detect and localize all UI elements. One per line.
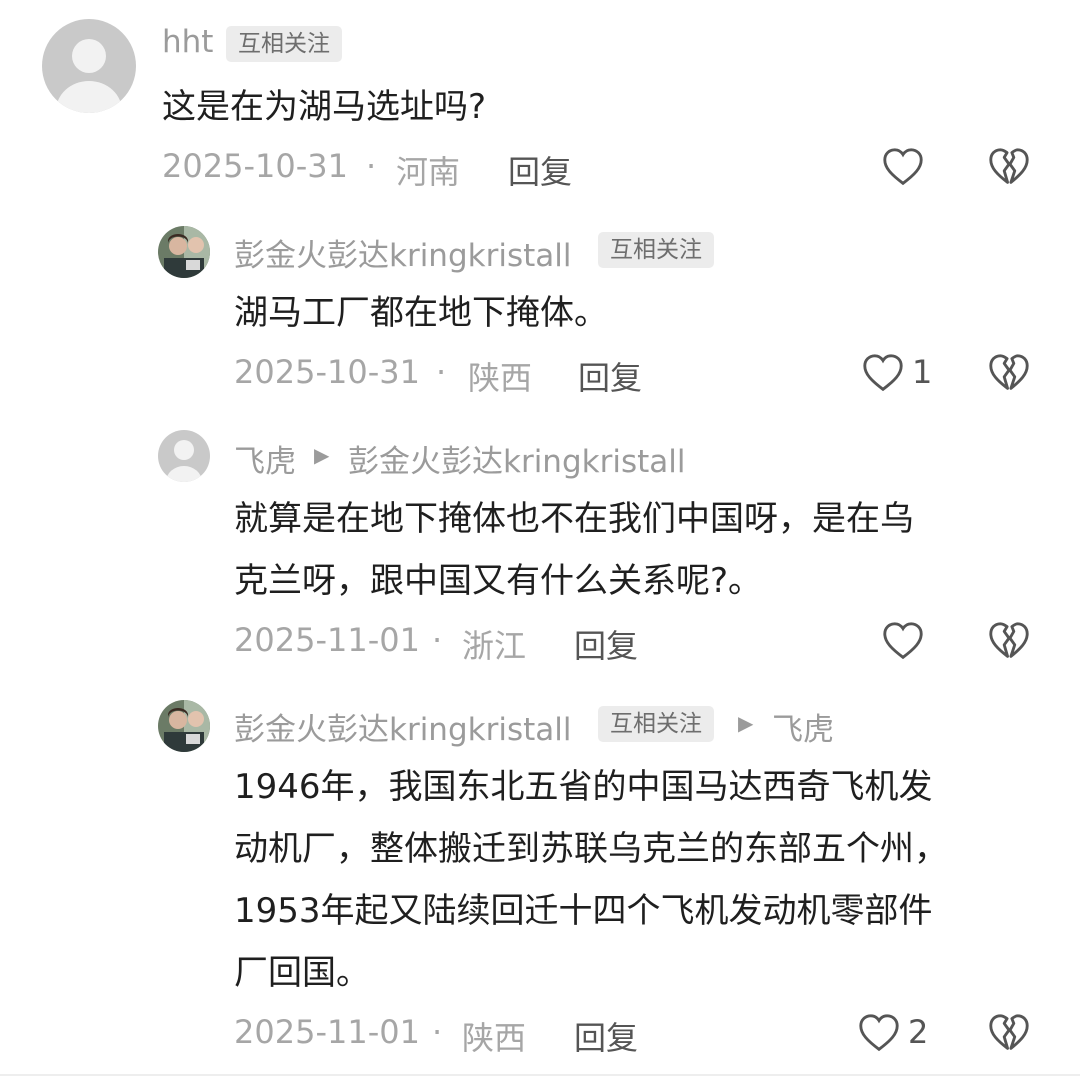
avatar[interactable] <box>158 226 210 278</box>
mutual-follow-badge: 互相关注 <box>598 232 714 268</box>
comment-text: 湖马工厂都在地下掩体。 <box>234 293 608 333</box>
broken-heart-icon[interactable] <box>986 1010 1032 1056</box>
comment-location: 河南 <box>396 153 461 191</box>
reply-button[interactable]: 回复 <box>578 353 642 399</box>
comment-text-line: 厂回国。 <box>234 953 370 993</box>
photo-avatar-icon <box>158 700 210 752</box>
comment-date: 2025-11-01 <box>234 621 420 659</box>
comment-location: 陕西 <box>462 1019 527 1057</box>
comment-text: 这是在为湖马选址吗? <box>162 87 487 127</box>
reply-to-username[interactable]: 飞虎 <box>772 704 834 749</box>
meta-separator: · <box>436 353 447 391</box>
heart-outline-icon[interactable] <box>860 350 906 396</box>
comment-item: hht 互相关注 这是在为湖马选址吗? 2025-10-31 · 河南 回复 <box>0 0 1080 210</box>
default-avatar-icon <box>56 39 122 113</box>
comment-date: 2025-10-31 <box>234 353 420 391</box>
comment-text-line: 1953年起又陆续回迁十四个飞机发动机零部件 <box>234 891 933 931</box>
comment-text-line: 就算是在地下掩体也不在我们中国呀，是在乌 <box>234 499 914 539</box>
heart-outline-icon[interactable] <box>880 618 926 664</box>
comment-text-line: 1946年，我国东北五省的中国马达西奇飞机发 <box>234 767 933 807</box>
reply-button[interactable]: 回复 <box>574 621 638 667</box>
play-arrow-icon: ▶ <box>738 711 754 735</box>
photo-avatar-icon <box>158 226 210 278</box>
meta-separator: · <box>432 1013 443 1051</box>
reply-item: 彭金火彭达kringkristall 互相关注 ▶ 飞虎 1946年，我国东北五… <box>0 680 1080 1074</box>
avatar[interactable] <box>42 19 136 113</box>
heart-outline-icon[interactable] <box>880 144 926 190</box>
mutual-follow-badge: 互相关注 <box>226 26 342 62</box>
default-avatar-icon <box>166 440 202 482</box>
comment-date: 2025-11-01 <box>234 1013 420 1051</box>
avatar[interactable] <box>158 700 210 752</box>
comment-date: 2025-10-31 <box>162 147 348 185</box>
reply-button[interactable]: 回复 <box>574 1013 638 1059</box>
avatar[interactable] <box>158 430 210 482</box>
meta-separator: · <box>432 621 443 659</box>
meta-separator: · <box>366 147 377 185</box>
comment-location: 浙江 <box>462 627 527 665</box>
username[interactable]: 飞虎 <box>234 436 296 481</box>
reply-button[interactable]: 回复 <box>508 147 572 193</box>
play-arrow-icon: ▶ <box>314 443 330 467</box>
like-count: 2 <box>908 1013 929 1051</box>
like-count: 1 <box>912 353 933 391</box>
reply-to-username[interactable]: 彭金火彭达kringkristall <box>348 436 685 481</box>
username[interactable]: 彭金火彭达kringkristall <box>234 230 571 275</box>
divider <box>0 1074 1080 1076</box>
broken-heart-icon[interactable] <box>986 618 1032 664</box>
broken-heart-icon[interactable] <box>986 350 1032 396</box>
comment-location: 陕西 <box>468 359 533 397</box>
comment-text-line: 克兰呀，跟中国又有什么关系呢?。 <box>234 561 763 601</box>
reply-item: 飞虎 ▶ 彭金火彭达kringkristall 就算是在地下掩体也不在我们中国呀… <box>0 410 1080 680</box>
broken-heart-icon[interactable] <box>986 144 1032 190</box>
username[interactable]: 彭金火彭达kringkristall <box>234 704 571 749</box>
username[interactable]: hht <box>162 24 213 60</box>
comment-text-line: 动机厂，整体搬迁到苏联乌克兰的东部五个州， <box>234 829 948 869</box>
reply-item: 彭金火彭达kringkristall 互相关注 湖马工厂都在地下掩体。 2025… <box>0 210 1080 410</box>
heart-outline-icon[interactable] <box>856 1010 902 1056</box>
mutual-follow-badge: 互相关注 <box>598 706 714 742</box>
